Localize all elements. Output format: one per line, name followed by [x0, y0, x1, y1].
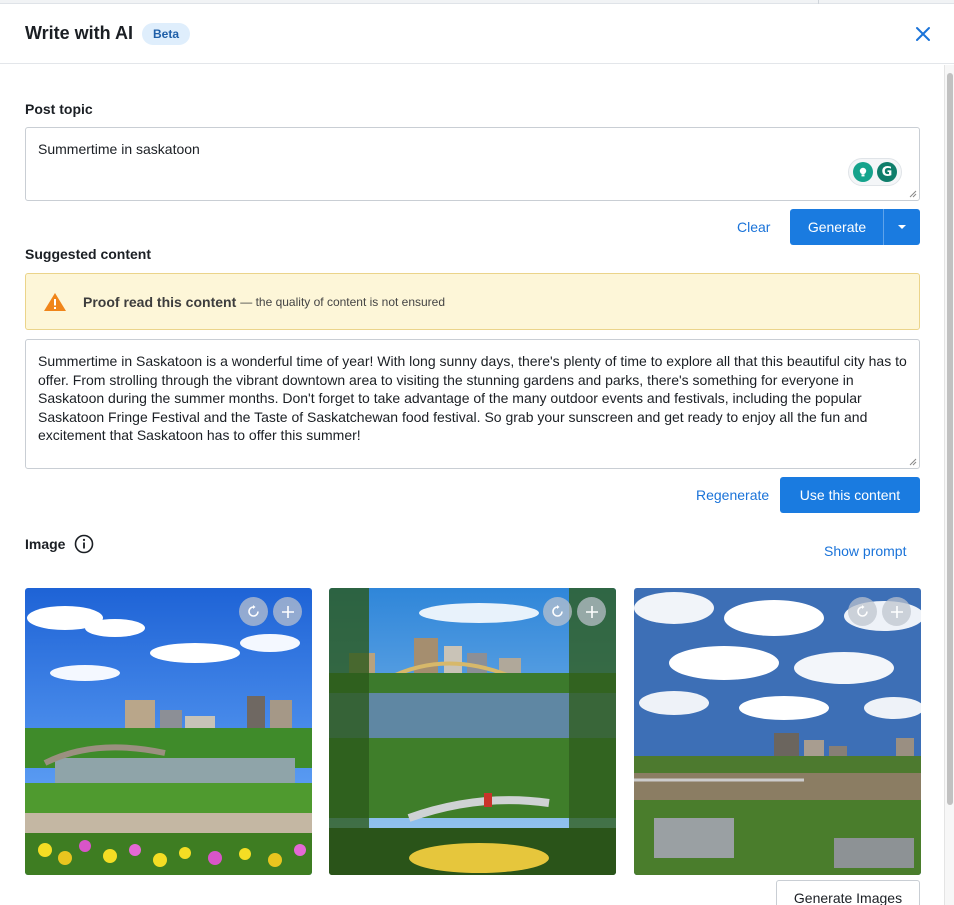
generate-button[interactable]: Generate — [790, 209, 884, 245]
chevron-down-icon — [898, 225, 906, 229]
add-image-2-button[interactable] — [577, 597, 606, 626]
generate-images-button[interactable]: Generate Images — [776, 880, 920, 905]
scrollbar-thumb[interactable] — [947, 73, 953, 805]
lightbulb-icon[interactable] — [853, 162, 873, 182]
info-icon[interactable] — [74, 534, 94, 554]
grammarly-icon[interactable]: G — [877, 162, 897, 182]
use-content-button[interactable]: Use this content — [780, 477, 920, 513]
image-saskatoon-bridge — [25, 588, 312, 875]
regenerate-icon — [857, 605, 868, 617]
add-image-3-button[interactable] — [882, 597, 911, 626]
post-topic-label: Post topic — [25, 101, 93, 117]
image-label: Image — [25, 536, 66, 552]
generated-image-1[interactable] — [25, 588, 312, 875]
dialog-title: Write with AI — [25, 23, 133, 43]
warning-title: Proof read this content — [83, 293, 237, 310]
regenerate-icon — [552, 605, 563, 617]
dialog-header: Write with AI Beta — [0, 4, 954, 64]
beta-badge: Beta — [142, 22, 191, 45]
show-prompt-button[interactable]: Show prompt — [824, 543, 906, 559]
regenerate-image-1-button[interactable] — [239, 597, 268, 626]
post-topic-value: Summertime in saskatoon — [38, 141, 200, 157]
warning-text: — the quality of content is not ensured — [240, 294, 446, 309]
post-topic-input[interactable]: Summertime in saskatoon — [25, 127, 920, 201]
suggested-content-textarea[interactable]: Summertime in Saskatoon is a wonderful t… — [25, 339, 920, 469]
clear-button[interactable]: Clear — [737, 219, 770, 235]
regenerate-image-3-button[interactable] — [848, 597, 877, 626]
regenerate-image-2-button[interactable] — [543, 597, 572, 626]
plus-icon — [281, 605, 294, 618]
add-image-1-button[interactable] — [273, 597, 302, 626]
regenerate-button[interactable]: Regenerate — [696, 487, 769, 503]
plus-icon — [585, 605, 598, 618]
image-saskatoon-clouds — [634, 588, 921, 875]
generate-options-button[interactable] — [883, 209, 920, 245]
generated-image-3[interactable] — [634, 588, 921, 875]
suggested-content-label: Suggested content — [25, 246, 152, 262]
grammarly-widget[interactable]: G — [848, 158, 902, 186]
image-saskatoon-river — [329, 588, 616, 875]
scrollbar[interactable] — [944, 65, 954, 905]
plus-icon — [890, 605, 903, 618]
resize-handle[interactable] — [909, 190, 917, 198]
warning-icon — [44, 292, 66, 311]
resize-handle[interactable] — [909, 458, 917, 466]
close-icon[interactable] — [912, 23, 934, 45]
proofread-warning: Proof read this content — the quality of… — [25, 273, 920, 330]
regenerate-icon — [248, 605, 259, 617]
suggested-content-text: Summertime in Saskatoon is a wonderful t… — [38, 353, 907, 443]
generated-image-2[interactable] — [329, 588, 616, 875]
